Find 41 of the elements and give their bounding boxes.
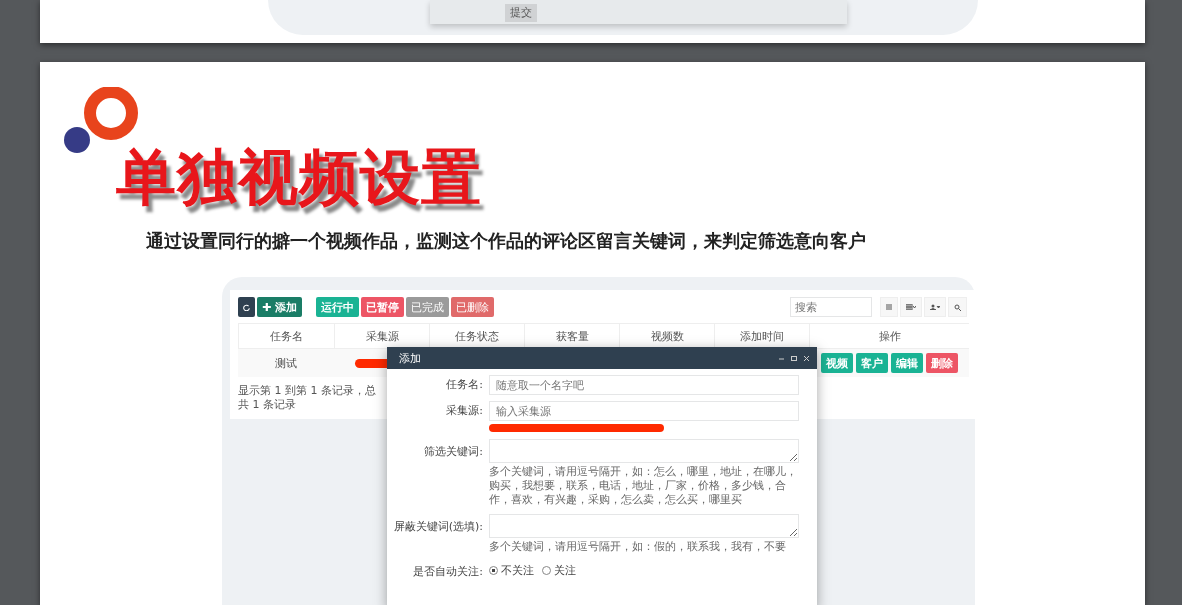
textarea-field[interactable] xyxy=(489,439,799,463)
submit-button[interactable]: 提交 xyxy=(505,4,537,22)
list-icon xyxy=(886,304,892,310)
radio-option[interactable]: 关注 xyxy=(542,563,576,578)
close-icon[interactable] xyxy=(804,355,809,361)
action-button[interactable]: 删除 xyxy=(925,353,958,373)
refresh-button[interactable] xyxy=(238,297,255,317)
text-field[interactable]: 随意取一个名字吧 xyxy=(489,375,799,395)
column-header: 操作 xyxy=(809,323,969,349)
minimize-icon[interactable] xyxy=(779,355,784,361)
text-field[interactable]: 输入采集源 xyxy=(489,401,799,421)
help-text: 多个关键词，请用逗号隔开，如：假的，联系我，我有，不要 xyxy=(489,540,787,554)
grid-icon xyxy=(906,304,916,310)
status-filter-button[interactable]: 已暂停 xyxy=(361,297,405,317)
user-icon xyxy=(930,304,940,310)
field-label: 采集源: xyxy=(445,403,483,418)
search-icon xyxy=(954,303,961,311)
field-label: 筛选关键词: xyxy=(423,444,483,459)
list-view-button[interactable] xyxy=(880,297,898,317)
action-button[interactable]: 编辑 xyxy=(890,353,923,373)
search-field[interactable]: 搜索 xyxy=(790,297,872,317)
refresh-icon xyxy=(243,303,250,311)
field-label: 任务名: xyxy=(445,377,483,392)
status-filter-button[interactable]: 运行中 xyxy=(316,297,360,317)
table-cell: 测试 xyxy=(238,349,334,377)
help-text: 多个关键词，请用逗号隔开，如：怎么，哪里，地址，在哪儿，购买，我想要，联系，电话，地址，厂家，价格，多少钱，合作，喜欢，有兴趣，采购，怎么卖，怎么买，哪里买 xyxy=(489,465,798,507)
add-button[interactable]: ✚ 添加 xyxy=(257,297,303,317)
dialog-title: 添加 xyxy=(399,350,422,366)
radio-option[interactable]: 不关注 xyxy=(489,563,534,578)
search-button[interactable] xyxy=(948,297,967,317)
field-label: 屏蔽关键词(选填): xyxy=(392,519,483,534)
columns-button[interactable] xyxy=(900,297,922,317)
page-title: 单独视频设置 xyxy=(116,142,483,212)
export-button[interactable] xyxy=(924,297,946,317)
textarea-field[interactable] xyxy=(489,514,799,538)
action-button[interactable]: 客户 xyxy=(855,353,888,373)
subtitle: 通过设置同行的擗一个视频作品，监测这个作品的评论区留言关键词，来判定筛选意向客户 xyxy=(146,229,866,253)
action-button[interactable]: 视频 xyxy=(820,353,853,373)
pagination-info: 显示第 1 到第 1 条记录，总共 1 条记录 xyxy=(238,384,377,412)
maximize-icon[interactable] xyxy=(791,355,797,361)
field-label: 是否自动关注: xyxy=(412,564,483,579)
